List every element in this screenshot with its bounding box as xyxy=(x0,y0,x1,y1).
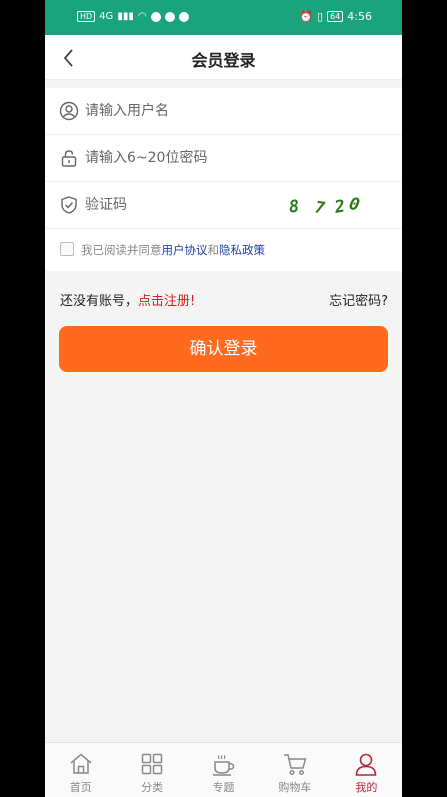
bottom-tab-bar: 首页 分类 专题 购物车 我的 xyxy=(45,742,402,797)
password-row xyxy=(45,135,402,182)
tab-label: 专题 xyxy=(212,781,235,794)
battery-icon: 64 xyxy=(327,11,344,22)
tab-home[interactable]: 首页 xyxy=(45,743,116,797)
tab-label: 分类 xyxy=(141,781,164,794)
app-icon xyxy=(164,11,175,22)
tab-label: 我的 xyxy=(355,781,378,794)
vibrate-icon: ▯ xyxy=(317,10,324,23)
svg-text:8: 8 xyxy=(288,197,300,218)
forgot-password-link[interactable]: 忘记密码? xyxy=(329,290,388,309)
user-agreement-link[interactable]: 用户协议 xyxy=(162,243,208,257)
user-icon xyxy=(356,753,377,776)
login-button[interactable]: 确认登录 xyxy=(59,326,388,372)
agreement-row: 我已阅读并同意用户协议和隐私政策 xyxy=(45,229,402,271)
home-icon xyxy=(70,753,92,774)
tab-category[interactable]: 分类 xyxy=(116,743,187,797)
password-input[interactable] xyxy=(85,145,305,171)
wifi-icon: ◠ xyxy=(137,11,147,22)
location-icon xyxy=(150,11,161,22)
tab-cart[interactable]: 购物车 xyxy=(259,743,330,797)
shield-check-icon xyxy=(61,196,77,214)
alarm-icon: ⏰ xyxy=(299,10,314,23)
agreement-text: 我已阅读并同意用户协议和隐私政策 xyxy=(81,242,265,258)
hd-icon: HD xyxy=(77,11,96,22)
coffee-icon xyxy=(212,755,234,776)
signal-text: 4G xyxy=(99,11,114,22)
account-links: 还没有账号，点击注册! 忘记密码? xyxy=(45,288,402,310)
lock-icon xyxy=(61,150,77,167)
svg-text:0: 0 xyxy=(347,194,361,216)
cart-icon xyxy=(283,754,307,776)
nav-header: 会员登录 xyxy=(45,35,402,80)
privacy-policy-link[interactable]: 隐私政策 xyxy=(219,243,265,257)
username-input[interactable] xyxy=(85,98,305,124)
no-account-text: 还没有账号， xyxy=(60,294,139,309)
agreement-and: 和 xyxy=(207,243,220,257)
login-form: 8 7 2 0 我已阅读并同意用户协议和隐私政策 xyxy=(45,88,402,271)
signal-icon: ▮▮▮ xyxy=(117,11,134,22)
tab-label: 购物车 xyxy=(278,781,312,794)
username-row xyxy=(45,88,402,135)
app-screen: HD 4G ▮▮▮ ◠ ⏰ ▯ 64 4:56 会员登录 请输入用户名 验证码 … xyxy=(45,0,402,797)
tab-label: 首页 xyxy=(69,781,92,794)
agreement-checkbox[interactable] xyxy=(60,242,74,256)
status-left: HD 4G ▮▮▮ ◠ xyxy=(77,11,189,22)
category-icon xyxy=(141,753,163,775)
register-link[interactable]: 点击注册! xyxy=(138,294,195,309)
tab-mine[interactable]: 我的 xyxy=(331,743,402,797)
user-circle-icon xyxy=(59,101,79,121)
captcha-input[interactable] xyxy=(85,192,305,218)
svg-text:2: 2 xyxy=(332,196,347,218)
page-title: 会员登录 xyxy=(191,51,256,70)
agreement-prefix: 我已阅读并同意 xyxy=(81,243,162,257)
status-right: ⏰ ▯ 64 4:56 xyxy=(299,10,372,23)
status-bar: HD 4G ▮▮▮ ◠ ⏰ ▯ 64 4:56 xyxy=(45,0,402,35)
register-prompt: 还没有账号，点击注册! xyxy=(60,290,195,309)
captcha-image[interactable]: 8 7 2 0 xyxy=(285,190,375,220)
captcha-row: 8 7 2 0 xyxy=(45,182,402,229)
clock: 4:56 xyxy=(347,10,372,23)
tab-topic[interactable]: 专题 xyxy=(188,743,259,797)
app-icon-2 xyxy=(178,11,189,22)
svg-text:7: 7 xyxy=(314,197,327,217)
